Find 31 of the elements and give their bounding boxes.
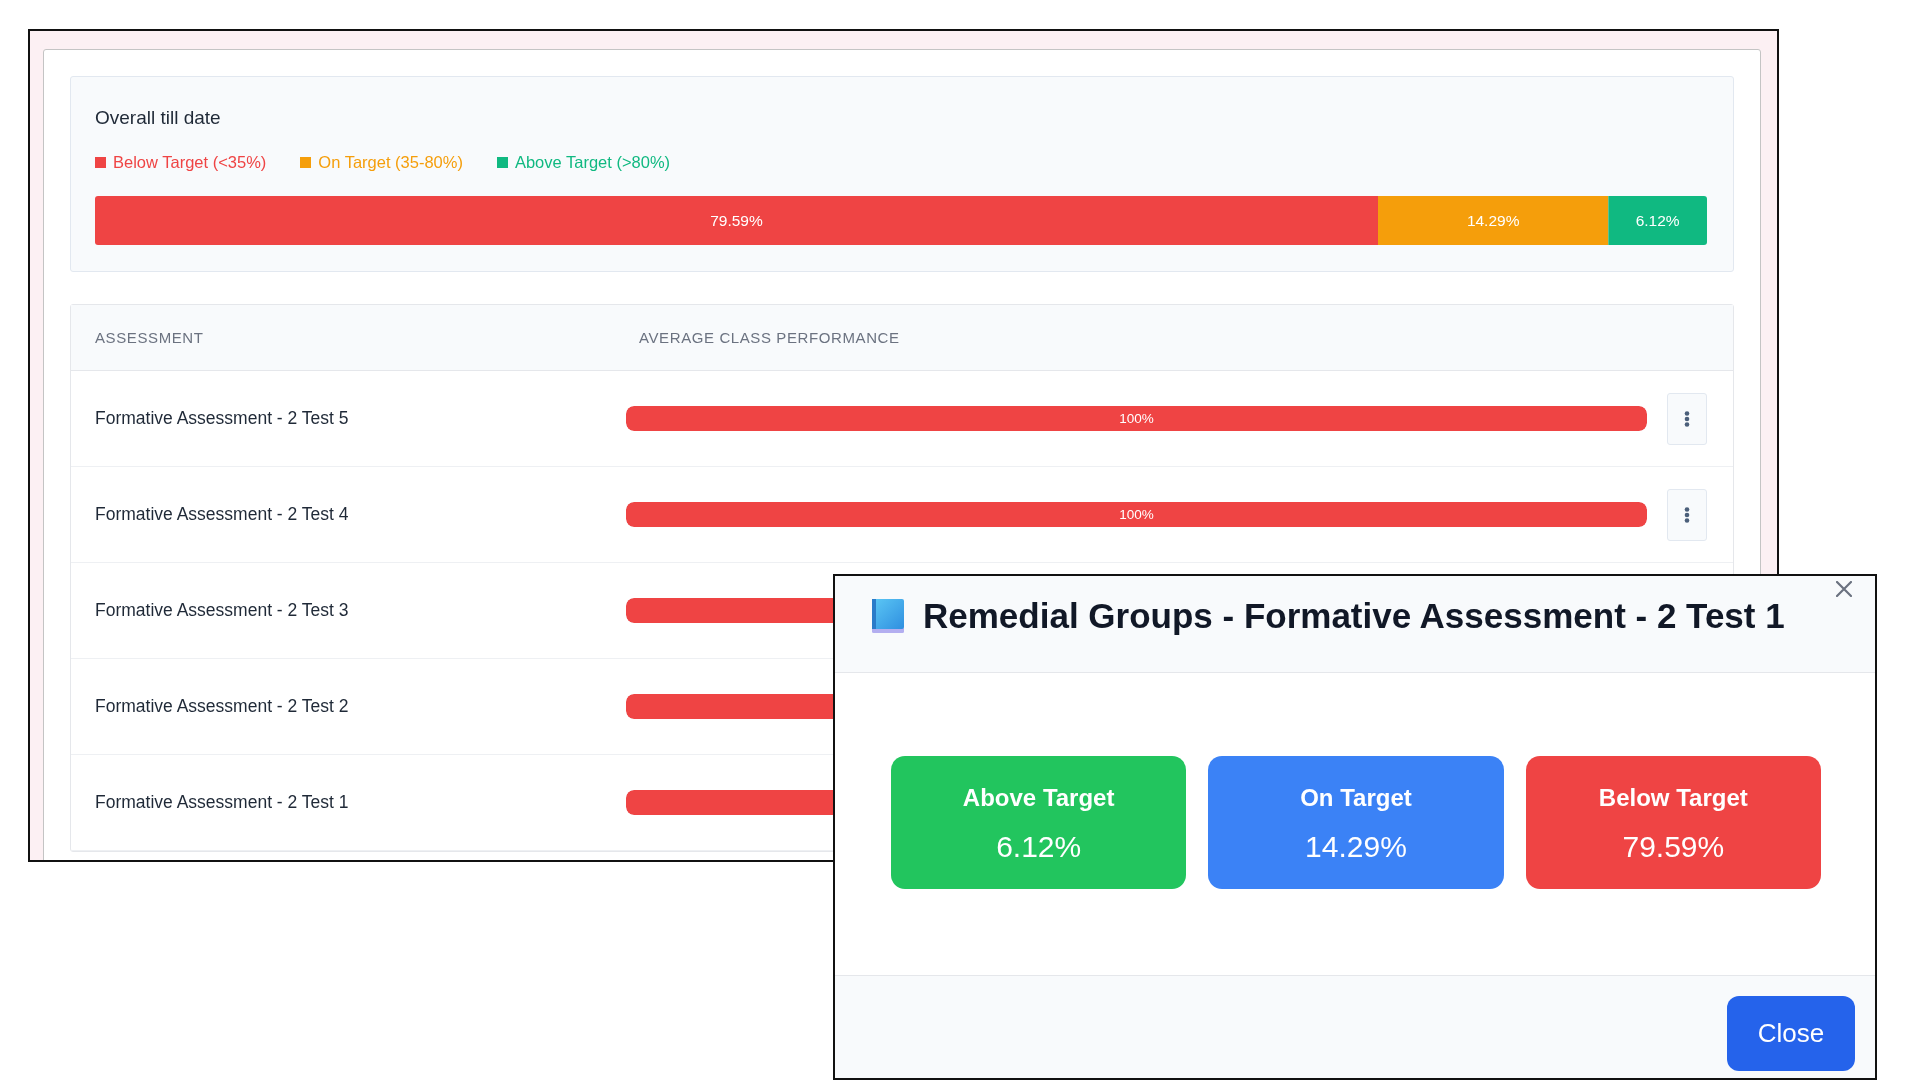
group-value: 6.12% — [996, 829, 1082, 865]
more-options-button[interactable] — [1667, 488, 1707, 541]
dismiss-button[interactable] — [1836, 581, 1852, 597]
bar-value-label: 79.59% — [710, 212, 763, 229]
group-label: Below Target — [1598, 783, 1748, 813]
assessment-name: Formative Assessment - 2 Test 5 — [95, 408, 349, 429]
progress-label: 100% — [1119, 507, 1154, 522]
group-value: 79.59% — [1622, 829, 1725, 865]
close-button[interactable]: Close — [1727, 996, 1855, 1071]
dialog-title: Remedial Groups - Formative Assessment - 2 Test 1 — [923, 596, 1785, 636]
close-icon — [1836, 581, 1852, 597]
assessment-name: Formative Assessment - 2 Test 2 — [95, 696, 349, 717]
group-label: Above Target — [962, 783, 1115, 813]
more-options-button[interactable] — [1667, 392, 1707, 445]
assessment-name: Formative Assessment - 2 Test 4 — [95, 504, 349, 525]
three-dots-icon — [1684, 410, 1690, 427]
group-label: On Target — [1300, 783, 1412, 813]
book-icon — [872, 599, 904, 633]
legend-label: Above Target (>80%) — [514, 153, 671, 171]
group-value: 14.29% — [1305, 829, 1407, 865]
bar-value-label: 6.12% — [1635, 212, 1680, 229]
column-header: AVERAGE CLASS PERFORMANCE — [639, 329, 900, 346]
assessment-name: Formative Assessment - 2 Test 3 — [95, 600, 349, 621]
column-header: ASSESSMENT — [95, 329, 205, 346]
legend-label: Below Target (<35%) — [113, 153, 267, 171]
section-title: Overall till date — [95, 107, 221, 129]
legend-label: On Target (35-80%) — [318, 153, 463, 171]
three-dots-icon — [1684, 506, 1690, 523]
assessment-name: Formative Assessment - 2 Test 1 — [95, 792, 349, 813]
progress-label: 100% — [1119, 411, 1154, 426]
bar-value-label: 14.29% — [1466, 212, 1520, 229]
